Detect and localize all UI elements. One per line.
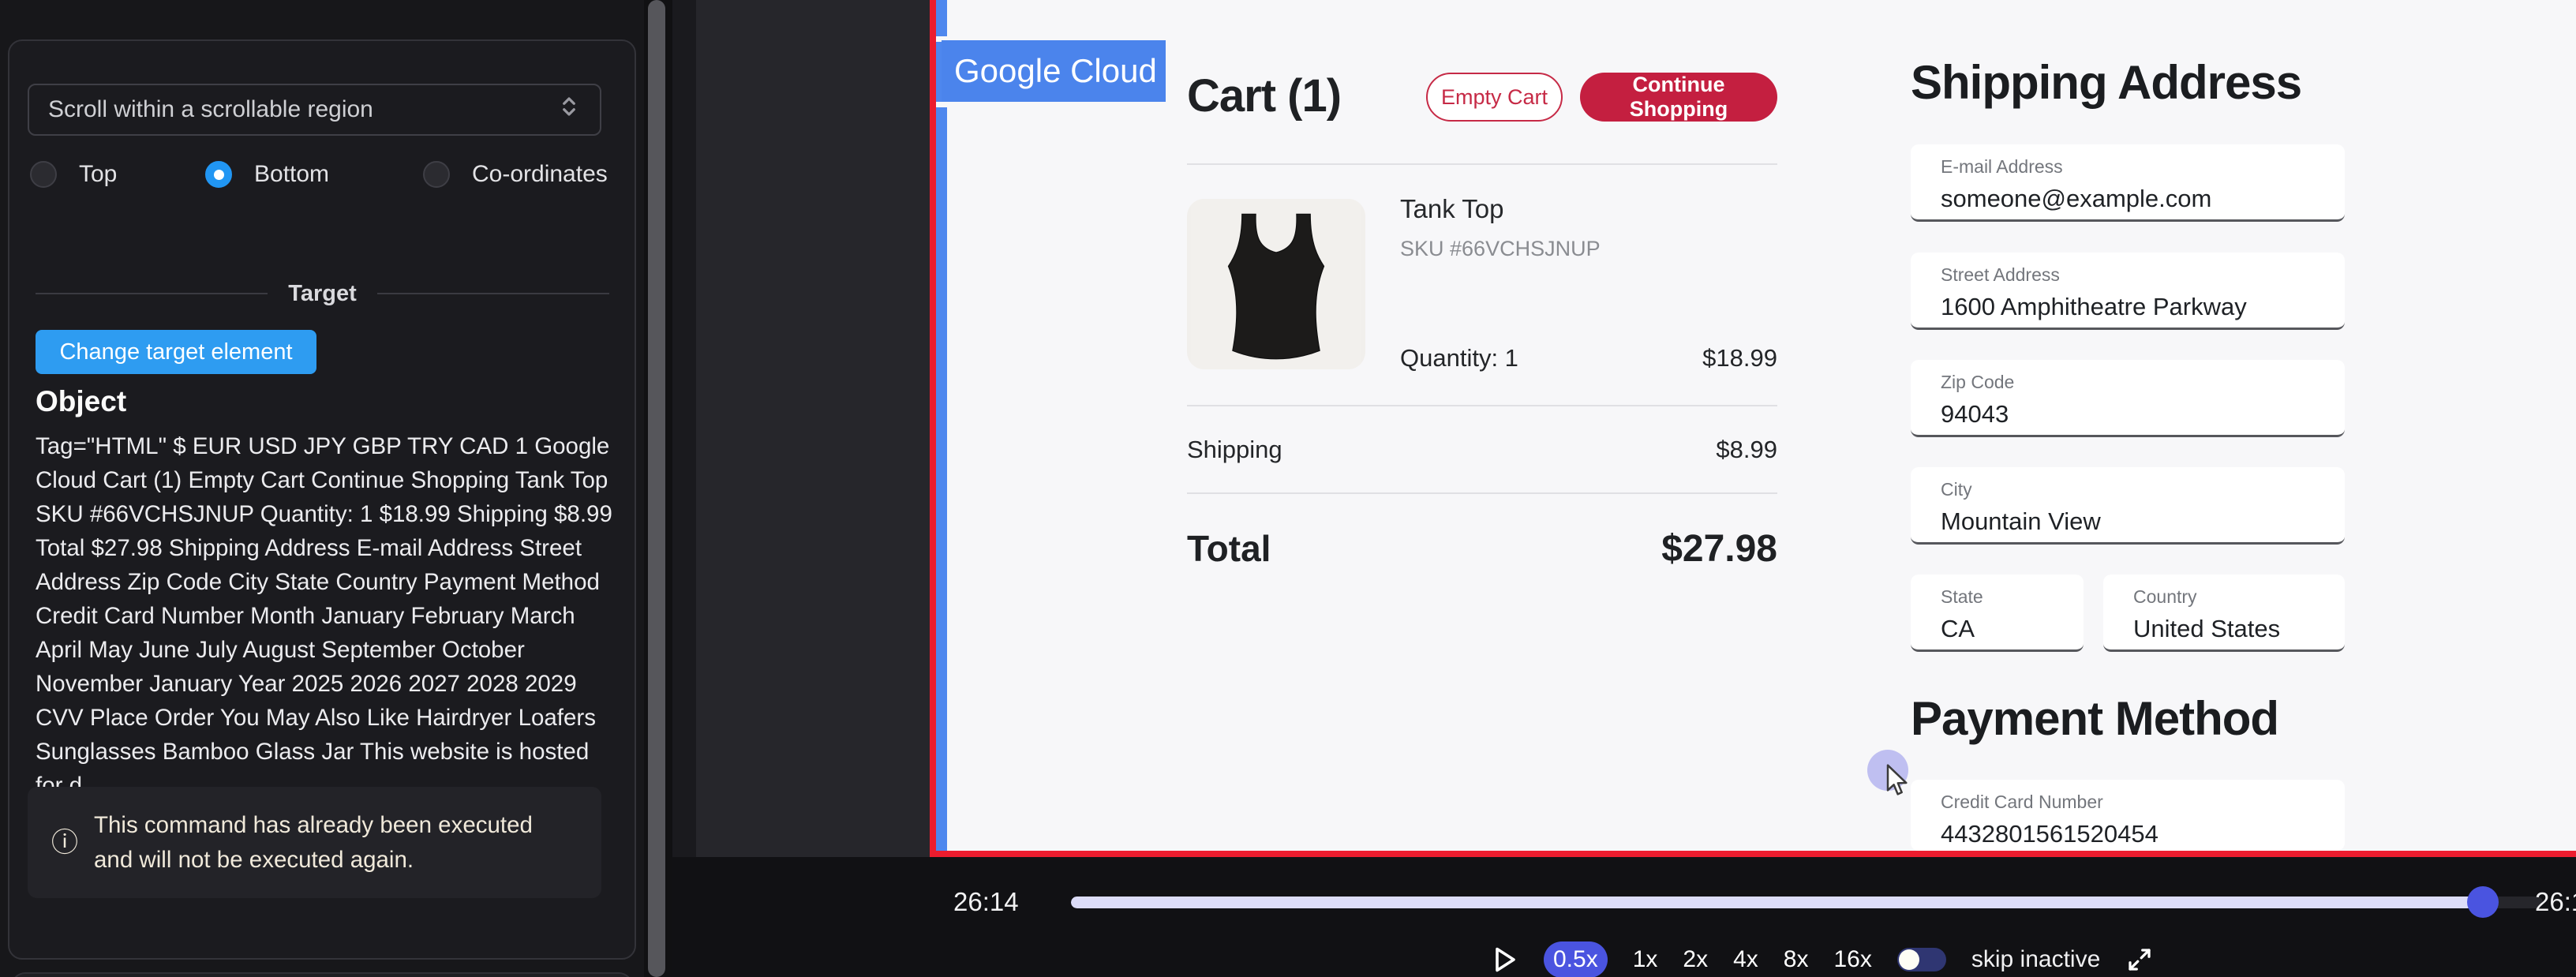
field-value: CA xyxy=(1941,615,2084,643)
panel-gap xyxy=(672,0,696,977)
product-quantity: Quantity: 1 xyxy=(1400,344,1518,372)
shipping-address-heading: Shipping Address xyxy=(1911,55,2301,110)
radio-bottom[interactable]: Bottom xyxy=(205,158,329,191)
skip-inactive-label: skip inactive xyxy=(1971,946,2100,973)
scroll-position-radios: Top Bottom Co-ordinates xyxy=(9,158,638,191)
radio-label: Co-ordinates xyxy=(472,161,608,188)
end-time: 26:1 xyxy=(2535,887,2576,917)
progress-fill xyxy=(1071,897,2473,908)
credit-card-number-field[interactable]: Credit Card Number 4432801561520454 xyxy=(1911,780,2345,851)
google-cloud-badge: Google Cloud xyxy=(942,40,1166,102)
skip-inactive-toggle[interactable] xyxy=(1897,948,1946,971)
speed-2x[interactable]: 2x xyxy=(1683,946,1708,973)
speed-4x[interactable]: 4x xyxy=(1733,946,1758,973)
session-replay-app: Scroll within a scrollable region Top Bo… xyxy=(0,0,2576,977)
replay-stage-background xyxy=(696,0,930,857)
field-value: Mountain View xyxy=(1941,507,2345,536)
target-section-divider: Target xyxy=(36,278,609,309)
radio-circle-selected xyxy=(205,161,232,188)
cart-title: Cart (1) xyxy=(1187,69,1341,122)
empty-cart-button[interactable]: Empty Cart xyxy=(1426,73,1563,122)
viewport-left-red-border xyxy=(930,0,936,857)
shipping-label: Shipping xyxy=(1187,436,1282,464)
continue-shopping-button[interactable]: Continue Shopping xyxy=(1580,73,1777,122)
product-price: $18.99 xyxy=(1541,344,1777,372)
field-label: Credit Card Number xyxy=(1941,792,2345,813)
field-value: 94043 xyxy=(1941,400,2345,429)
speed-8x[interactable]: 8x xyxy=(1784,946,1809,973)
radio-label: Bottom xyxy=(254,161,329,188)
field-label: Zip Code xyxy=(1941,372,2345,393)
viewport-bottom-red-border xyxy=(930,851,2576,857)
field-value: United States xyxy=(2133,615,2345,643)
street-address-field[interactable]: Street Address 1600 Amphitheatre Parkway xyxy=(1911,253,2345,330)
radio-coordinates[interactable]: Co-ordinates xyxy=(423,158,608,191)
next-command-card-edge xyxy=(11,972,633,977)
expand-icon[interactable] xyxy=(2125,945,2154,974)
progress-slider[interactable] xyxy=(1071,897,2543,908)
command-panel: Scroll within a scrollable region Top Bo… xyxy=(8,39,636,960)
shipping-value: $8.99 xyxy=(1541,436,1777,464)
zip-code-field[interactable]: Zip Code 94043 xyxy=(1911,360,2345,437)
field-value: someone@example.com xyxy=(1941,185,2345,213)
speed-1x[interactable]: 1x xyxy=(1633,946,1658,973)
panel-scrollbar xyxy=(644,0,672,977)
product-sku: SKU #66VCHSJNUP xyxy=(1400,237,1601,261)
field-value: 1600 Amphitheatre Parkway xyxy=(1941,293,2345,321)
play-icon[interactable] xyxy=(1490,944,1518,975)
scrollbar-thumb[interactable] xyxy=(648,0,665,977)
state-field[interactable]: State CA xyxy=(1911,575,2084,652)
info-icon: ⓘ xyxy=(51,829,78,856)
target-section-label: Target xyxy=(288,281,356,307)
speed-16x[interactable]: 16x xyxy=(1833,946,1871,973)
command-select-value: Scroll within a scrollable region xyxy=(48,96,557,123)
badge-bottom-notch xyxy=(936,102,947,107)
radio-top[interactable]: Top xyxy=(30,158,117,191)
row-divider xyxy=(1187,492,1777,494)
notice-text: This command has already been executed a… xyxy=(94,808,567,878)
cursor-icon xyxy=(1880,762,1911,801)
speed-0.5x[interactable]: 0.5x xyxy=(1544,941,1608,977)
field-label: E-mail Address xyxy=(1941,156,2345,178)
tank-top-image xyxy=(1187,199,1365,369)
already-executed-notice: ⓘ This command has already been executed… xyxy=(28,787,601,898)
product-name: Tank Top xyxy=(1400,194,1503,224)
field-label: City xyxy=(1941,479,2345,500)
playback-controls: 0.5x 1x 2x 4x 8x 16x skip inactive xyxy=(1490,941,2154,977)
total-label: Total xyxy=(1187,527,1271,570)
field-label: State xyxy=(1941,586,2084,608)
field-label: Street Address xyxy=(1941,264,2345,286)
change-target-button[interactable]: Change target element xyxy=(36,330,316,374)
elapsed-time: 26:14 xyxy=(953,887,1019,917)
email-field[interactable]: E-mail Address someone@example.com xyxy=(1911,144,2345,222)
total-value: $27.98 xyxy=(1541,527,1777,571)
city-field[interactable]: City Mountain View xyxy=(1911,467,2345,545)
chevron-up-down-icon xyxy=(557,93,581,126)
field-value: 4432801561520454 xyxy=(1941,820,2345,848)
toggle-knob xyxy=(1899,949,1919,970)
command-type-select[interactable]: Scroll within a scrollable region xyxy=(28,84,601,136)
object-heading: Object xyxy=(36,385,126,418)
viewport-left-blue-border xyxy=(936,0,947,857)
radio-circle xyxy=(423,161,450,188)
row-divider xyxy=(1187,405,1777,406)
progress-handle[interactable] xyxy=(2467,886,2499,918)
field-label: Country xyxy=(2133,586,2345,608)
radio-circle xyxy=(30,161,57,188)
payment-method-heading: Payment Method xyxy=(1911,691,2278,746)
country-field[interactable]: Country United States xyxy=(2103,575,2345,652)
cart-divider xyxy=(1187,163,1777,165)
radio-label: Top xyxy=(79,161,117,188)
object-text: Tag="HTML" $ EUR USD JPY GBP TRY CAD 1 G… xyxy=(36,429,613,803)
